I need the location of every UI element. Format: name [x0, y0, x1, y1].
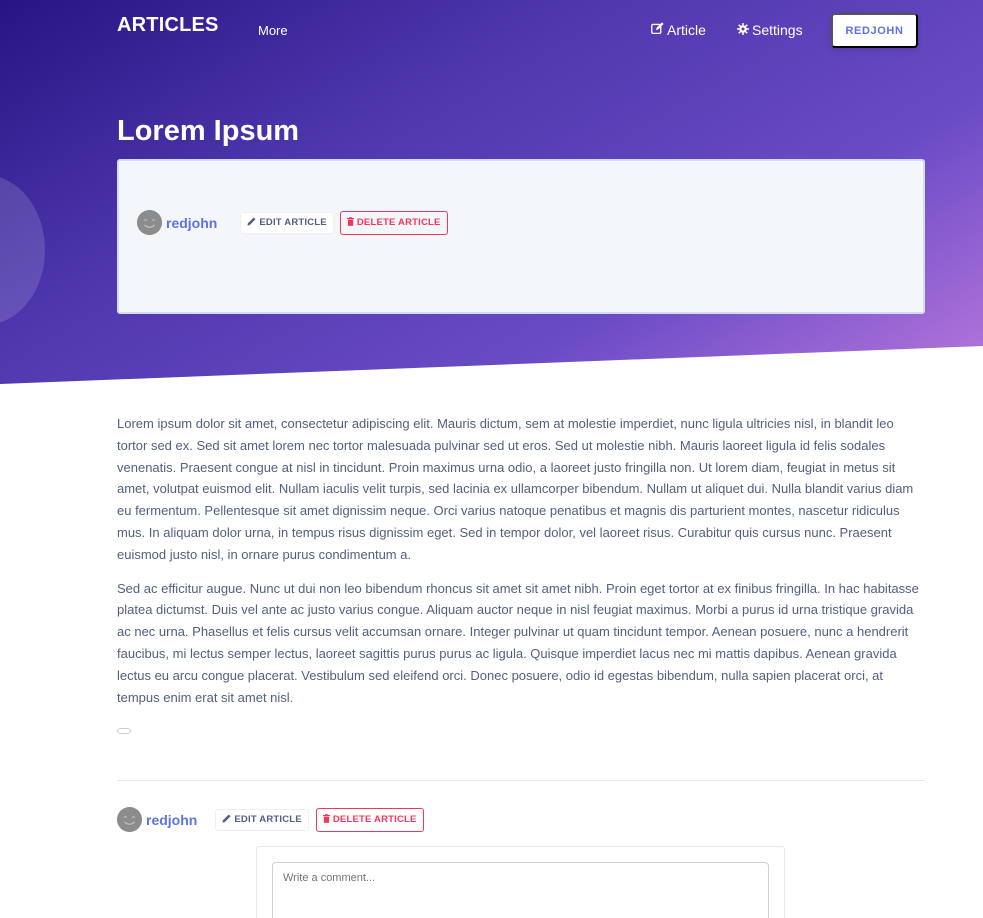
nav-article-link[interactable]: Article — [651, 22, 706, 38]
edit-article-button[interactable]: EDIT ARTICLE — [240, 211, 334, 234]
edit-article-label: EDIT ARTICLE — [259, 217, 327, 228]
page-title: Lorem Ipsum — [117, 115, 300, 147]
nav-settings-label: Settings — [752, 22, 803, 38]
nav-article-label: Article — [667, 22, 706, 38]
article-meta-card — [117, 159, 925, 314]
author-link[interactable]: redjohn — [166, 215, 217, 231]
article-paragraph: Sed ac efficitur augue. Nunc ut dui non … — [117, 580, 919, 705]
tag-badge[interactable] — [117, 728, 131, 734]
nav-more-link[interactable]: More — [258, 23, 288, 38]
delete-article-button[interactable]: DELETE ARTICLE — [339, 210, 448, 235]
gear-icon — [737, 22, 749, 38]
article-author-row: redjohn EDIT ARTICLE DELETE ARTICLE — [137, 210, 448, 235]
edit-article-label: EDIT ARTICLE — [234, 814, 302, 825]
delete-article-button[interactable]: DELETE ARTICLE — [315, 807, 424, 832]
user-profile-button[interactable]: REDJOHN — [831, 13, 918, 48]
avatar[interactable] — [137, 210, 162, 235]
brand-logo[interactable]: ARTICLES — [117, 14, 219, 37]
edit-article-button[interactable]: EDIT ARTICLE — [215, 808, 309, 831]
article-body: Lorem ipsum dolor sit amet, consectetur … — [117, 413, 925, 720]
author-link[interactable]: redjohn — [146, 812, 197, 828]
bottom-author-row: redjohn EDIT ARTICLE DELETE ARTICLE — [117, 807, 424, 832]
article-paragraph: Lorem ipsum dolor sit amet, consectetur … — [117, 416, 914, 562]
divider — [117, 780, 925, 781]
pencil-icon — [247, 216, 256, 229]
decorative-circle — [0, 175, 45, 325]
trash-icon — [346, 216, 354, 229]
pencil-icon — [222, 813, 231, 826]
comment-input[interactable] — [272, 862, 769, 918]
delete-article-label: DELETE ARTICLE — [332, 814, 417, 825]
delete-article-label: DELETE ARTICLE — [356, 217, 441, 228]
avatar[interactable] — [117, 807, 142, 832]
nav-settings-link[interactable]: Settings — [737, 22, 803, 38]
edit-icon — [651, 22, 664, 38]
trash-icon — [322, 813, 330, 826]
